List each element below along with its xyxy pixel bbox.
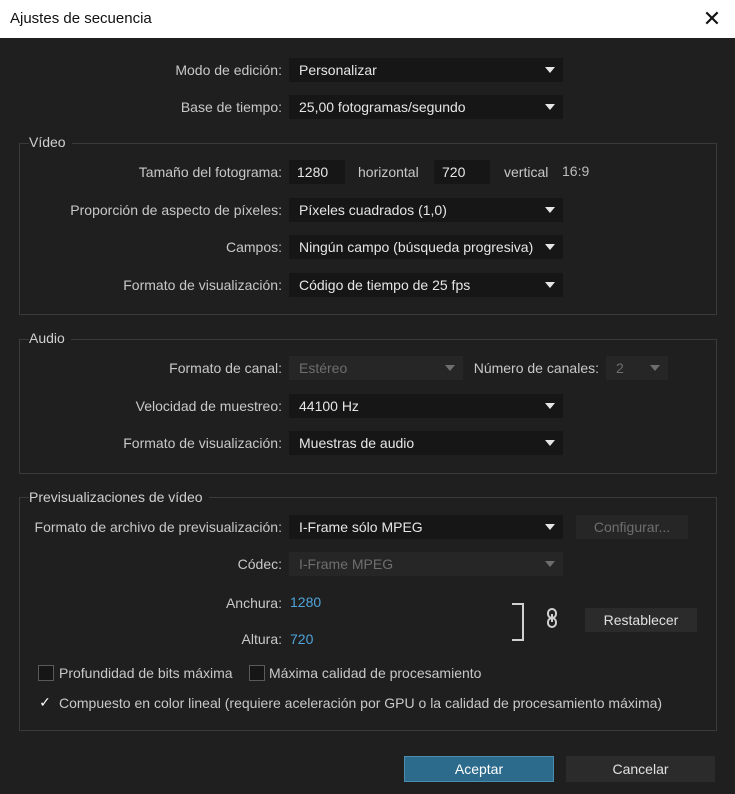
video-group-title: Vídeo: [29, 134, 72, 150]
frame-width-input[interactable]: 1280: [289, 160, 345, 184]
timebase-dropdown[interactable]: 25,00 fotogramas/segundo: [289, 95, 563, 119]
pixel-aspect-value: Píxeles cuadrados (1,0): [299, 202, 447, 218]
frame-height-input[interactable]: 720: [434, 160, 490, 184]
video-display-format-value: Código de tiempo de 25 fps: [299, 277, 471, 293]
chevron-down-icon: [545, 282, 555, 288]
channels-count-label: Número de canales:: [473, 360, 599, 376]
sequence-settings-dialog: Ajustes de secuencia ✕ Modo de edición: …: [0, 0, 735, 794]
audio-group-title: Audio: [29, 330, 71, 346]
sample-rate-label: Velocidad de muestreo:: [135, 398, 282, 414]
chevron-down-icon: [650, 365, 660, 371]
preview-file-format-label: Formato de archivo de previsualización:: [34, 519, 282, 535]
chevron-down-icon: [545, 244, 555, 250]
video-previews-group-title: Previsualizaciones de vídeo: [29, 489, 209, 505]
chevron-down-icon: [545, 561, 555, 567]
channel-format-label: Formato de canal:: [169, 360, 282, 376]
chevron-down-icon: [545, 104, 555, 110]
chevron-down-icon: [545, 67, 555, 73]
linear-color-checkbox[interactable]: ✓: [38, 695, 52, 709]
edit-mode-label: Modo de edición:: [175, 62, 282, 78]
audio-display-format-value: Muestras de audio: [299, 435, 415, 451]
accept-button[interactable]: Aceptar: [404, 756, 554, 782]
sample-rate-value: 44100 Hz: [299, 398, 359, 414]
configure-button: Configurar...: [576, 515, 688, 539]
codec-dropdown: I-Frame MPEG: [289, 552, 563, 576]
aspect-ratio-text: 16:9: [562, 163, 590, 179]
chevron-down-icon: [545, 207, 555, 213]
pixel-aspect-label: Proporción de aspecto de píxeles:: [70, 202, 282, 218]
vertical-label: vertical: [504, 164, 549, 180]
fields-label: Campos:: [225, 239, 282, 255]
max-bit-depth-label: Profundidad de bits máxima: [59, 665, 233, 681]
preview-width-label: Anchura:: [225, 595, 282, 611]
channel-format-dropdown: Estéreo: [289, 356, 463, 380]
dimension-link-bracket: [512, 603, 524, 641]
sample-rate-dropdown[interactable]: 44100 Hz: [289, 394, 563, 418]
fields-dropdown[interactable]: Ningún campo (búsqueda progresiva): [289, 235, 563, 259]
preview-height-label: Altura:: [241, 631, 282, 647]
codec-label: Códec:: [237, 556, 282, 572]
frame-size-label: Tamaño del fotograma:: [138, 164, 282, 180]
max-render-quality-checkbox[interactable]: [249, 665, 265, 681]
preview-height-value[interactable]: 720: [290, 631, 313, 647]
reset-button[interactable]: Restablecer: [585, 608, 697, 632]
title-bar: Ajustes de secuencia ✕: [0, 0, 735, 38]
chevron-down-icon: [445, 365, 455, 371]
edit-mode-dropdown[interactable]: Personalizar: [289, 58, 563, 82]
close-icon[interactable]: ✕: [689, 0, 735, 38]
preview-file-format-dropdown[interactable]: I-Frame sólo MPEG: [289, 515, 563, 539]
cancel-button[interactable]: Cancelar: [566, 756, 715, 782]
fields-value: Ningún campo (búsqueda progresiva): [299, 239, 534, 255]
codec-value: I-Frame MPEG: [299, 556, 394, 572]
max-render-quality-label: Máxima calidad de procesamiento: [269, 665, 482, 681]
chevron-down-icon: [545, 440, 555, 446]
chevron-down-icon: [545, 524, 555, 530]
video-display-format-dropdown[interactable]: Código de tiempo de 25 fps: [289, 273, 563, 297]
max-bit-depth-checkbox[interactable]: [38, 665, 54, 681]
timebase-label: Base de tiempo:: [180, 99, 282, 115]
chevron-down-icon: [545, 403, 555, 409]
channels-count-value: 2: [616, 360, 624, 376]
channels-count-dropdown: 2: [606, 356, 668, 380]
linear-color-label: Compuesto en color lineal (requiere acel…: [59, 695, 663, 711]
dialog-title: Ajustes de secuencia: [10, 10, 152, 27]
audio-display-format-label: Formato de visualización:: [123, 435, 282, 451]
preview-width-value[interactable]: 1280: [290, 594, 321, 610]
audio-display-format-dropdown[interactable]: Muestras de audio: [289, 431, 563, 455]
channel-format-value: Estéreo: [299, 360, 348, 376]
link-icon[interactable]: [544, 608, 560, 631]
edit-mode-value: Personalizar: [299, 62, 377, 78]
horizontal-label: horizontal: [358, 164, 419, 180]
timebase-value: 25,00 fotogramas/segundo: [299, 99, 466, 115]
video-display-format-label: Formato de visualización:: [123, 277, 282, 293]
pixel-aspect-dropdown[interactable]: Píxeles cuadrados (1,0): [289, 198, 563, 222]
preview-file-format-value: I-Frame sólo MPEG: [299, 519, 423, 535]
